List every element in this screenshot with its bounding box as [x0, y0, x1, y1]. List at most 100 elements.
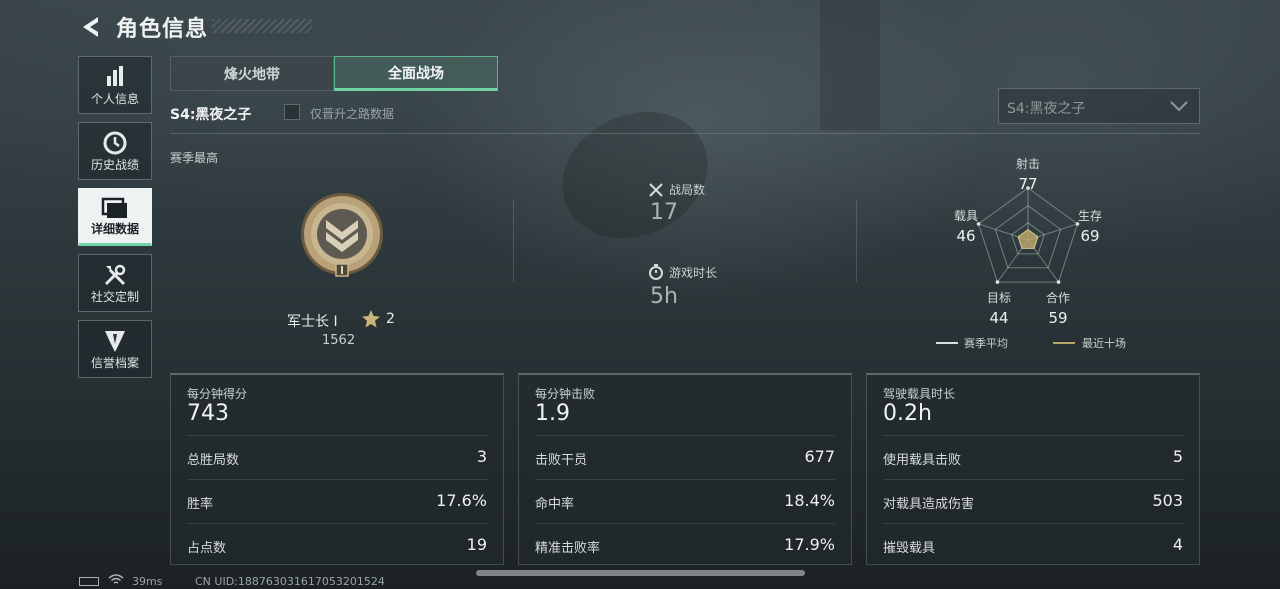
divider [170, 133, 1201, 134]
crossed-swords-icon [649, 183, 663, 197]
sidebar-item-label: 社交定制 [90, 290, 139, 304]
stat-row: 胜率 17.6% [187, 479, 487, 524]
folder-icon [101, 197, 127, 218]
legend-swatch-season-avg [936, 342, 958, 344]
radar-label-teamwork: 合作 [1045, 291, 1070, 305]
stat-row: 击败干员 677 [535, 435, 835, 480]
stat-card-kills: 每分钟击败 1.9 击败干员 677 命中率 18.4% 精准击败率 17.9% [518, 373, 852, 565]
stopwatch-icon [649, 264, 663, 280]
sidebar-item-social[interactable]: 社交定制 [78, 254, 152, 312]
card-head-value: 0.2h [883, 401, 932, 426]
stat-value: 17.6% [436, 491, 487, 510]
stat-row: 命中率 18.4% [535, 479, 835, 524]
radar-label-survival: 生存 [1077, 209, 1102, 223]
divider [856, 200, 857, 282]
stat-label: 对载具造成伤害 [883, 497, 975, 512]
bar-chart-icon [107, 66, 123, 86]
sidebar-item-detailed-data[interactable]: 详细数据 [78, 188, 152, 246]
stat-label: 总胜局数 [187, 453, 240, 468]
games-played-value: 17 [650, 200, 678, 225]
chevron-down-icon [1170, 101, 1188, 112]
radar-axis-dot-3 [995, 280, 1000, 284]
season-select-value: S4:黑夜之子 [1007, 101, 1086, 117]
tools-icon [104, 264, 126, 286]
stat-label: 击败干员 [535, 453, 588, 468]
rank-insignia-icon [301, 193, 383, 277]
games-played-label: 战局数 [669, 183, 706, 197]
rank-badge [298, 190, 386, 282]
stat-label: 精准击败率 [535, 541, 601, 556]
stat-value: 19 [466, 535, 487, 554]
tab-fire-zone[interactable]: 烽火地带 [170, 56, 334, 91]
season-select[interactable]: S4:黑夜之子 [998, 88, 1200, 124]
card-head-label: 每分钟得分 [187, 387, 248, 401]
credit-shield-icon [105, 331, 125, 352]
sidebar-item-personal-info[interactable]: 个人信息 [78, 56, 152, 114]
page-title: 角色信息 [116, 17, 209, 42]
stat-row: 摧毁载具 4 [883, 523, 1183, 568]
stat-label: 胜率 [187, 497, 214, 512]
season-best-label: 赛季最高 [170, 151, 219, 165]
wifi-icon [108, 574, 124, 584]
rank-points: 1562 [322, 333, 356, 348]
back-arrow-icon [83, 17, 98, 37]
stat-row: 总胜局数 3 [187, 435, 487, 480]
rank-name: 军士长 I [287, 314, 338, 330]
card-head-label: 每分钟击败 [535, 387, 596, 401]
back-button[interactable] [78, 14, 102, 40]
stat-row: 精准击败率 17.9% [535, 523, 835, 568]
play-time-value: 5h [650, 284, 678, 309]
divider [513, 200, 514, 282]
stat-card-score: 每分钟得分 743 总胜局数 3 胜率 17.6% 占点数 19 [170, 373, 504, 565]
stat-card-vehicle: 驾驶载具时长 0.2h 使用载具击败 5 对载具造成伤害 503 摧毁载具 4 [866, 373, 1200, 565]
title-decoration [212, 19, 312, 33]
radar-series-recent [1017, 228, 1039, 249]
stat-value: 5 [1172, 447, 1183, 466]
background-tower [820, 0, 880, 130]
legend-label-season-avg: 赛季平均 [964, 337, 1008, 350]
radar-value-objective: 44 [989, 309, 1009, 327]
ping-text: 39ms [132, 575, 163, 588]
radar-value-survival: 69 [1080, 227, 1100, 245]
tab-full-battlefield[interactable]: 全面战场 [334, 56, 498, 91]
stat-value: 18.4% [784, 491, 835, 510]
radar-value-shooting: 77 [1018, 175, 1038, 193]
sidebar-item-label: 信誉档案 [90, 356, 139, 370]
promotion-only-checkbox[interactable] [284, 104, 300, 120]
radar-label-shooting: 射击 [1015, 157, 1040, 171]
stat-value: 17.9% [784, 535, 835, 554]
play-time-label: 游戏时长 [669, 266, 718, 280]
sidebar-item-label: 详细数据 [90, 222, 139, 236]
stat-value: 4 [1172, 535, 1183, 554]
stat-row: 占点数 19 [187, 523, 487, 568]
history-clock-icon [103, 131, 127, 155]
stat-row: 对载具造成伤害 503 [883, 479, 1183, 524]
sidebar-item-label: 个人信息 [90, 92, 139, 106]
card-head-value: 743 [187, 401, 229, 426]
background-dish [541, 88, 729, 262]
stat-label: 使用载具击败 [883, 453, 962, 468]
radar-label-vehicle: 载具 [953, 209, 978, 223]
home-indicator[interactable] [476, 570, 805, 576]
sidebar-item-label: 历史战绩 [90, 158, 139, 172]
battery-icon [79, 577, 99, 586]
star-icon [362, 310, 380, 328]
stat-label: 命中率 [535, 497, 575, 512]
stat-value: 503 [1152, 491, 1183, 510]
radar-value-vehicle: 46 [956, 227, 976, 245]
legend-swatch-recent [1053, 342, 1075, 344]
stat-label: 占点数 [187, 541, 227, 556]
legend-label-recent: 最近十场 [1082, 337, 1126, 350]
radar-axis-dot-2 [1056, 280, 1061, 284]
stat-value: 677 [804, 447, 835, 466]
sidebar-item-history[interactable]: 历史战绩 [78, 122, 152, 180]
rank-star-count: 2 [386, 311, 395, 327]
stat-label: 摧毁载具 [883, 541, 936, 556]
season-title: S4:黑夜之子 [170, 107, 252, 123]
uid-text: CN UID:188763031617053201524 [195, 575, 385, 588]
card-head-label: 驾驶载具时长 [883, 387, 956, 401]
sidebar-item-credit[interactable]: 信誉档案 [78, 320, 152, 378]
promotion-only-label: 仅晋升之路数据 [310, 107, 395, 121]
radar-label-objective: 目标 [986, 291, 1011, 305]
stat-value: 3 [476, 447, 487, 466]
